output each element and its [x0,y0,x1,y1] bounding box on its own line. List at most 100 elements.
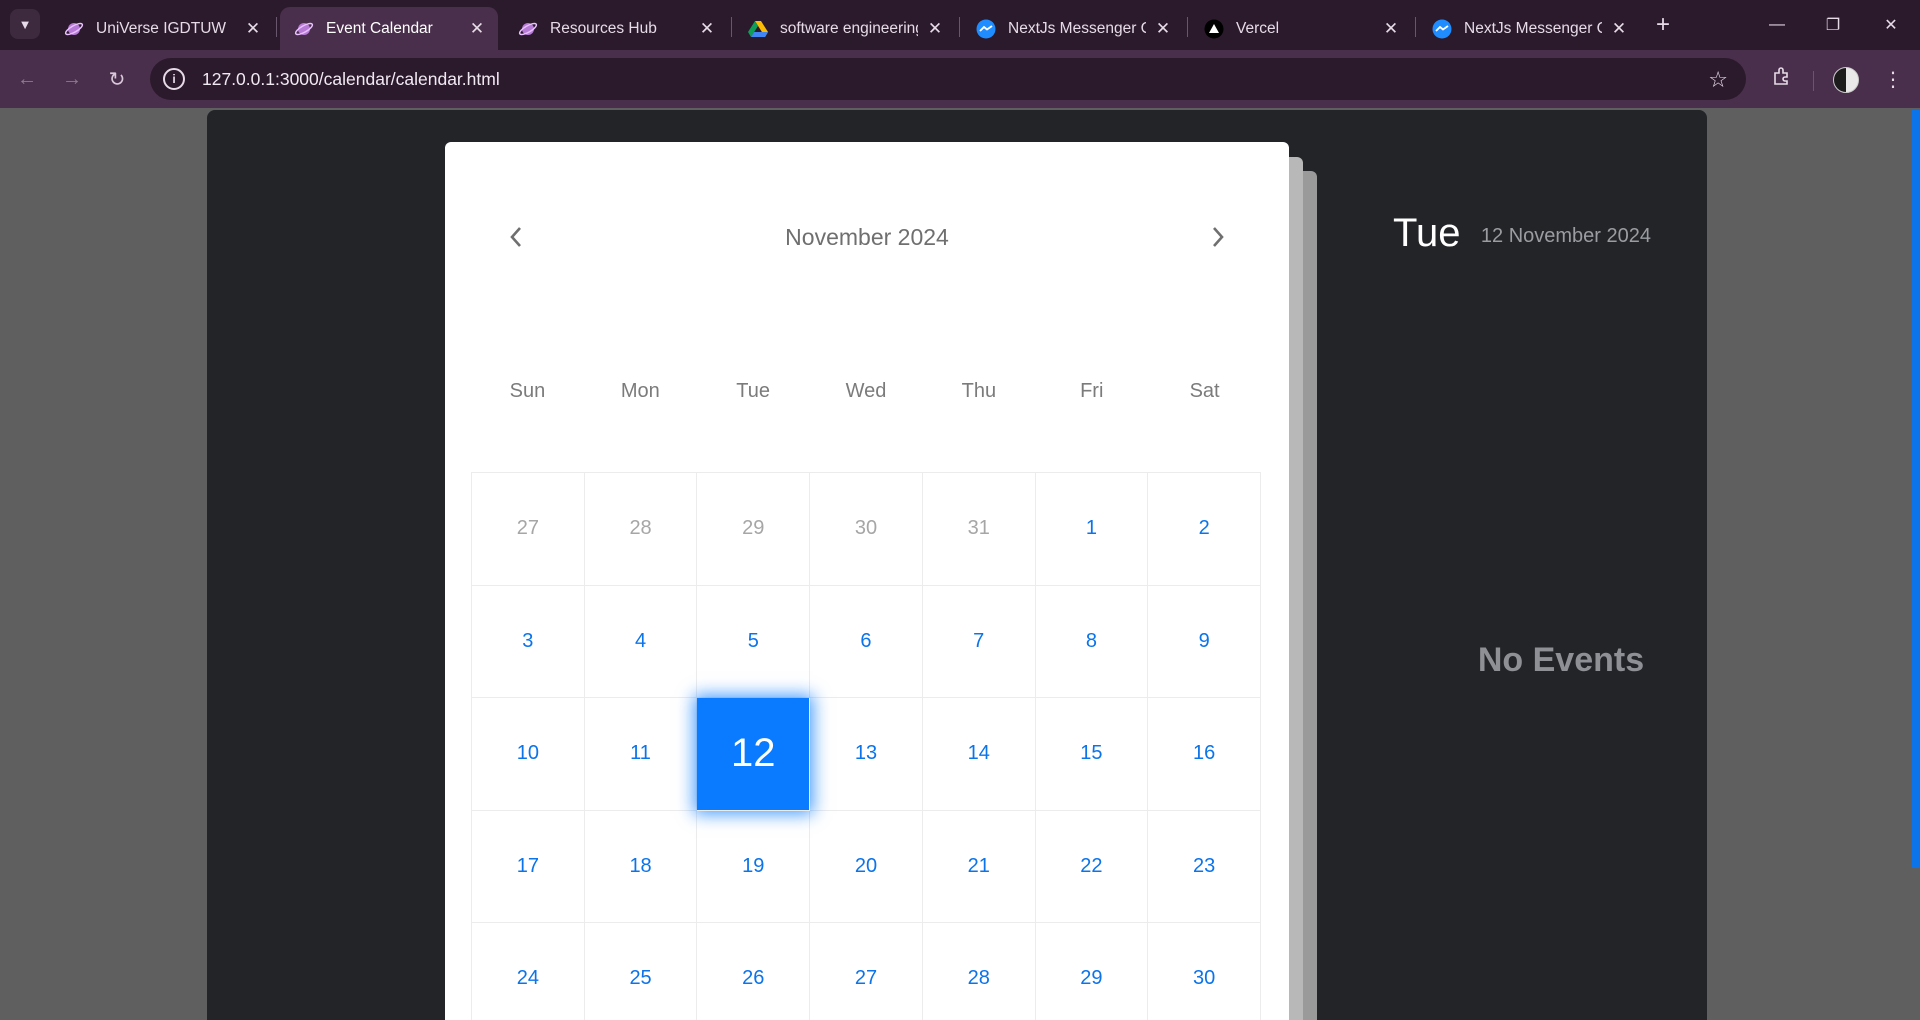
day-cell[interactable]: 10 [472,698,585,811]
minimize-button[interactable]: — [1762,10,1792,40]
day-cell[interactable]: 28 [584,473,698,586]
day-cell[interactable]: 22 [1035,810,1149,923]
tab-vercel[interactable]: Vercel ✕ [1190,7,1412,50]
month-title: November 2024 [785,224,949,250]
close-icon[interactable]: ✕ [696,18,718,40]
tab-title: NextJs Messenger Cl [1464,19,1602,37]
browser-menu-button[interactable]: ⋮ [1878,64,1908,94]
url-text[interactable]: 127.0.0.1:3000/calendar/calendar.html [202,69,500,90]
day-cell[interactable]: 3 [472,585,585,698]
tab-nextjs-messenger-2[interactable]: NextJs Messenger Cl ✕ [1418,7,1640,50]
universe-favicon-icon [518,19,538,39]
day-cell[interactable]: 11 [584,698,698,811]
close-icon[interactable]: ✕ [924,18,946,40]
day-cell[interactable]: 19 [697,810,811,923]
close-icon[interactable]: ✕ [1380,18,1402,40]
day-cell[interactable]: 7 [922,585,1036,698]
close-icon[interactable]: ✕ [242,18,264,40]
selected-day-name: Tue [1393,211,1461,255]
tab-nextjs-messenger[interactable]: NextJs Messenger Cl ✕ [962,7,1184,50]
calendar-app: November 2024 Sun Mon Tue Wed Thu Fri Sa… [207,110,1707,1020]
tab-search-button[interactable]: ▼ [10,9,40,39]
day-cell[interactable]: 13 [810,698,923,811]
tab-title: Vercel [1236,19,1280,37]
day-cell[interactable]: 30 [810,473,923,586]
site-info-icon[interactable]: i [163,68,185,90]
day-cell[interactable]: 6 [810,585,923,698]
puzzle-icon [1772,66,1792,92]
extensions-button[interactable] [1767,64,1797,94]
day-cell[interactable]: 4 [584,585,698,698]
tab-software-engineering[interactable]: software engineering ✕ [734,7,956,50]
no-events-message: No Events [1477,641,1645,679]
weekday-label: Mon [620,380,660,402]
page-viewport: November 2024 Sun Mon Tue Wed Thu Fri Sa… [0,108,1920,1020]
day-cell[interactable]: 20 [810,810,923,923]
weekday-label: Thu [961,380,997,402]
close-icon: ✕ [1884,17,1898,34]
day-cell[interactable]: 8 [1035,585,1149,698]
day-cell[interactable]: 15 [1035,698,1149,811]
back-button[interactable]: ← [12,64,42,94]
day-cell[interactable]: 18 [584,810,698,923]
close-window-button[interactable]: ✕ [1876,10,1906,40]
profile-avatar[interactable] [1833,67,1859,93]
day-cell[interactable]: 29 [697,473,811,586]
close-icon[interactable]: ✕ [1152,18,1174,40]
new-tab-button[interactable]: + [1650,11,1676,38]
day-cell[interactable]: 16 [1148,698,1261,811]
selected-full-date: 12 November 2024 [1480,225,1651,247]
tab-divider [731,17,732,37]
weekday-label: Tue [736,380,771,402]
month-navigation: November 2024 [445,142,1289,312]
day-cell[interactable]: 27 [472,473,585,586]
day-cell[interactable]: 31 [922,473,1036,586]
day-cell[interactable]: 30 [1148,923,1261,1020]
day-cell[interactable]: 25 [585,923,698,1020]
restore-icon: ❐ [1825,17,1841,34]
restore-button[interactable]: ❐ [1818,10,1848,40]
day-grid: 27 28 29 30 31 1 2 3 4 5 6 7 8 9 10 11 12 13 14 15 16 17 18 19 2… [471,472,1261,1020]
day-cell[interactable]: 5 [697,585,811,698]
vercel-favicon-icon [1204,19,1224,39]
day-cell[interactable]: 28 [923,923,1036,1020]
day-cell[interactable]: 21 [922,810,1036,923]
day-cell[interactable]: 27 [810,923,923,1020]
tab-title: UniVerse IGDTUW [96,19,227,37]
tab-resources-hub[interactable]: Resources Hub ✕ [504,7,728,50]
scrollbar-thumb[interactable] [1912,110,1920,868]
forward-button[interactable]: → [57,64,87,94]
tab-divider [276,17,277,37]
day-cell[interactable]: 26 [697,923,811,1020]
close-icon[interactable]: ✕ [466,18,488,40]
day-cell[interactable]: 1 [1035,473,1149,586]
address-bar[interactable]: i 127.0.0.1:3000/calendar/calendar.html … [150,58,1746,100]
weekday-label: Sun [509,380,546,402]
day-cell[interactable]: 24 [472,923,585,1020]
day-cell[interactable]: 2 [1148,473,1261,586]
day-cell-selected[interactable]: 12 [697,698,811,811]
day-cell[interactable]: 29 [1036,923,1149,1020]
weekday-label: Wed [845,380,887,402]
day-cell[interactable]: 17 [472,810,585,923]
tab-title: NextJs Messenger Cl [1008,19,1146,37]
weekday-label: Sat [1189,380,1220,402]
arrow-right-icon: → [62,67,82,90]
day-cell[interactable]: 9 [1148,585,1261,698]
tab-divider [959,17,960,37]
tab-universe-igdtuw[interactable]: UniVerse IGDTUW ✕ [50,7,274,50]
tab-event-calendar[interactable]: Event Calendar ✕ [280,7,498,50]
event-sidebar: Tue 12 November 2024 No Events [1317,110,1707,1010]
universe-favicon-icon [64,19,84,39]
bookmark-star-icon[interactable]: ☆ [1708,67,1728,93]
universe-favicon-icon [294,19,314,39]
day-cell[interactable]: 23 [1148,810,1261,923]
close-icon[interactable]: ✕ [1608,18,1630,40]
arrow-left-icon: ← [17,67,37,90]
minimize-icon: — [1769,16,1785,33]
browser-toolbar: ← → ↻ i 127.0.0.1:3000/calendar/calendar… [0,50,1920,108]
day-cell[interactable]: 14 [922,698,1036,811]
more-vert-icon: ⋮ [1883,68,1903,91]
next-month-button[interactable] [1203,222,1233,252]
reload-button[interactable]: ↻ [102,64,132,94]
